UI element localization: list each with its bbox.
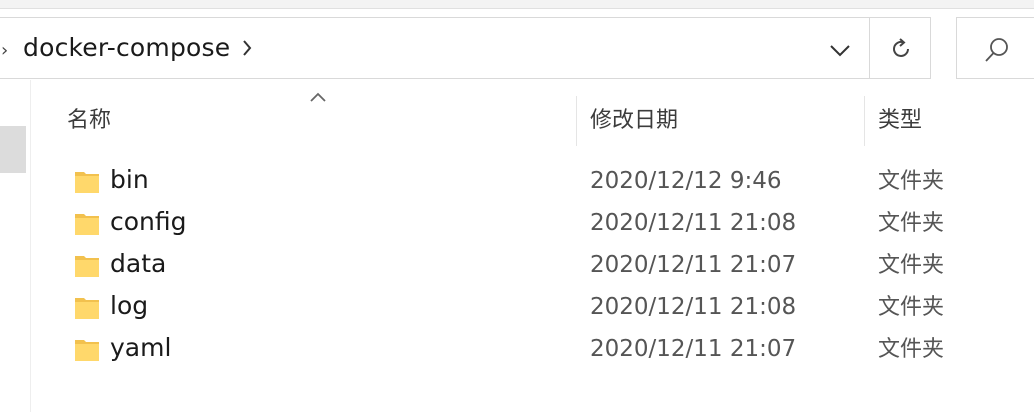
folder-icon	[72, 166, 102, 196]
file-type: 文件夹	[878, 253, 945, 278]
file-row[interactable]: bin 2020/12/12 9:46 文件夹	[40, 160, 1034, 202]
address-bar[interactable]: › docker-compose	[0, 17, 870, 79]
file-name: log	[110, 291, 149, 320]
file-row[interactable]: data 2020/12/11 21:07 文件夹	[40, 244, 1034, 286]
file-row[interactable]: yaml 2020/12/11 21:07 文件夹	[40, 328, 1034, 370]
file-date-modified: 2020/12/11 21:08	[590, 210, 797, 236]
file-name: yaml	[110, 333, 172, 362]
file-date-modified: 2020/12/11 21:07	[590, 252, 797, 278]
file-date-modified: 2020/12/12 9:46	[590, 168, 782, 194]
file-row[interactable]: log 2020/12/11 21:08 文件夹	[40, 286, 1034, 328]
navigation-pane-selected-item[interactable]	[0, 126, 26, 173]
folder-icon	[72, 208, 102, 238]
column-divider[interactable]	[576, 96, 577, 146]
file-type: 文件夹	[878, 295, 945, 320]
file-name: bin	[110, 165, 149, 194]
refresh-icon	[893, 38, 909, 57]
folder-icon	[72, 250, 102, 280]
column-header-name[interactable]: 名称	[67, 106, 111, 136]
column-divider[interactable]	[864, 96, 865, 146]
search-icon	[985, 38, 1008, 62]
breadcrumb-current-folder[interactable]: docker-compose	[23, 33, 230, 63]
file-type: 文件夹	[878, 169, 945, 194]
navigation-pane-divider	[30, 80, 31, 412]
column-header-date-modified[interactable]: 修改日期	[590, 106, 678, 136]
file-row[interactable]: config 2020/12/11 21:08 文件夹	[40, 202, 1034, 244]
file-date-modified: 2020/12/11 21:08	[590, 294, 797, 320]
sort-ascending-icon	[306, 88, 330, 106]
chevron-down-icon[interactable]	[824, 36, 856, 64]
chevron-right-icon[interactable]	[235, 36, 259, 60]
ribbon-edge	[0, 0, 1034, 9]
file-name: config	[110, 207, 187, 236]
folder-icon	[72, 334, 102, 364]
file-date-modified: 2020/12/11 21:07	[590, 336, 797, 362]
refresh-button[interactable]	[869, 17, 931, 79]
breadcrumb-separator-left[interactable]: ›	[1, 40, 8, 61]
file-name: data	[110, 249, 167, 278]
file-type: 文件夹	[878, 337, 945, 362]
folder-icon	[72, 292, 102, 322]
column-header-type[interactable]: 类型	[878, 106, 922, 136]
search-box[interactable]	[956, 17, 1034, 79]
file-type: 文件夹	[878, 211, 945, 236]
